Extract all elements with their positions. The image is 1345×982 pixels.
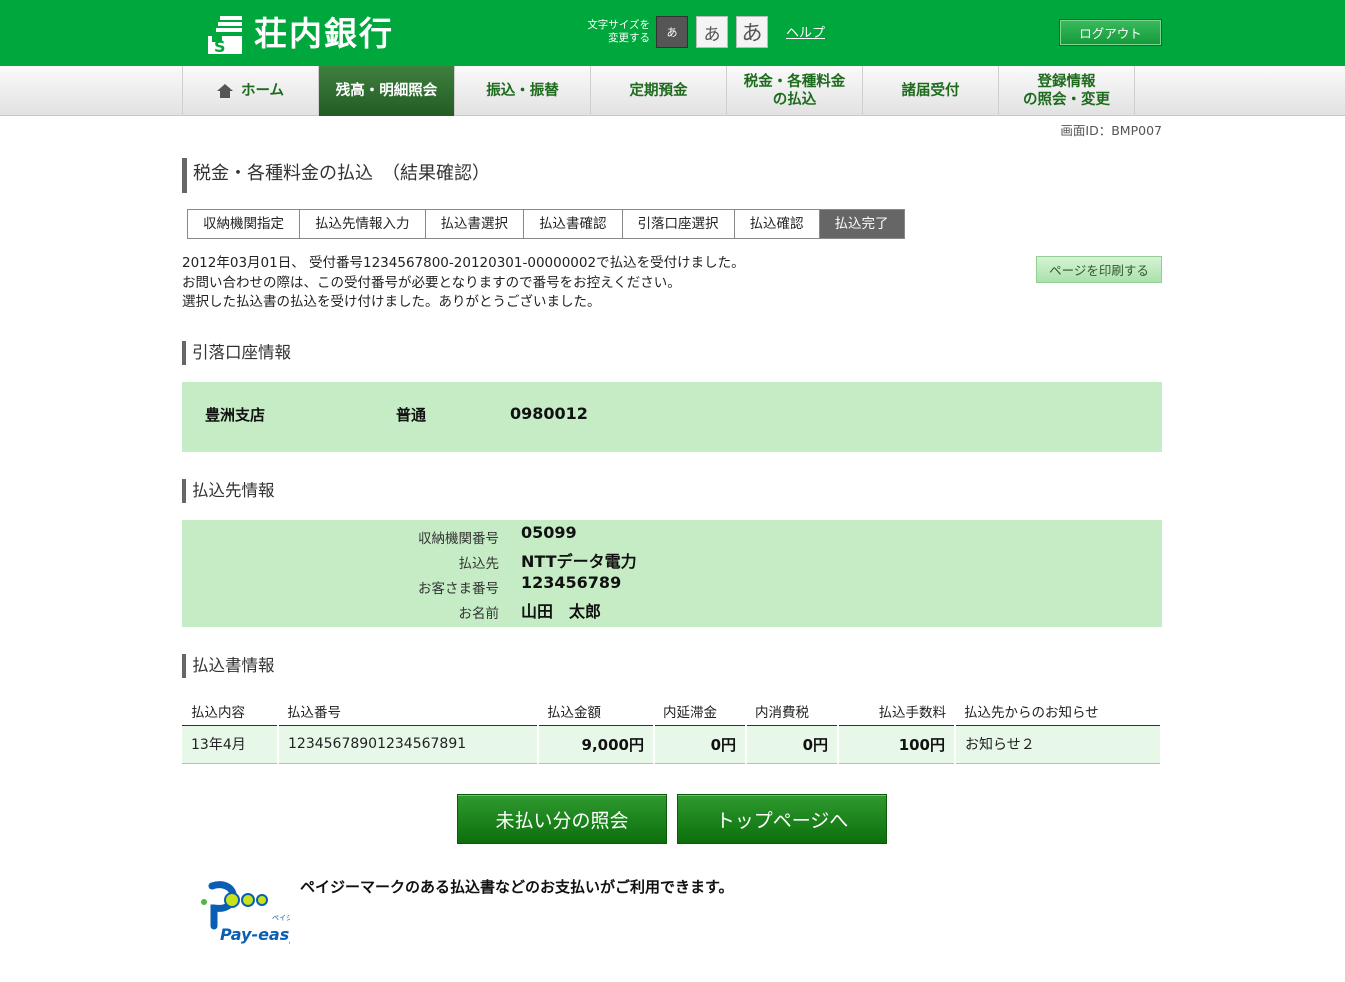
font-size-medium-button[interactable]: あ [696, 16, 728, 48]
nav-applications[interactable]: 諸届受付 [863, 66, 999, 116]
cell-notice: お知らせ２ [955, 725, 1162, 764]
payee-row: 払込先 NTTデータ電力 [182, 547, 1162, 572]
help-link[interactable]: ヘルプ [786, 22, 825, 41]
nav-home[interactable]: ホーム [183, 66, 319, 116]
cell-tax: 0円 [746, 725, 839, 764]
col-header: 払込先からのお知らせ [955, 697, 1161, 726]
step-item-current: 払込完了 [819, 210, 904, 238]
col-header: 払込金額 [538, 697, 654, 726]
account-type: 普通 [396, 406, 427, 424]
payeasy-message: ペイジーマークのある払込書などのお支払いがご利用できます。 [300, 878, 734, 896]
bank-name: 荘内銀行 [254, 14, 394, 53]
payeasy-kana: ペイジー [272, 914, 290, 922]
page-title: 税金・各種料金の払込 （結果確認） [182, 158, 490, 193]
cell-content: 13年4月 [182, 725, 279, 764]
cell-amount: 9,000円 [538, 725, 655, 764]
cell-late-fee: 0円 [654, 725, 747, 764]
payeasy-logo-text: Pay-easy [220, 925, 290, 944]
unpaid-inquiry-button[interactable]: 未払い分の照会 [457, 794, 667, 844]
home-icon [216, 84, 233, 98]
font-size-large-button[interactable]: あ [736, 16, 768, 48]
account-section-title: 引落口座情報 [182, 341, 291, 365]
step-item: 払込先情報入力 [300, 210, 426, 238]
payee-key: 払込先 [458, 556, 500, 572]
screen-id: 画面ID：BMP007 [1060, 123, 1162, 138]
font-size-label: 文字サイズを 変更する [587, 19, 650, 44]
table-header-row: 払込内容 払込番号 払込金額 内延滞金 内消費税 払込手数料 払込先からのお知ら… [182, 697, 1161, 726]
payee-value: 123456789 [521, 573, 622, 592]
payee-value: 05099 [521, 523, 577, 542]
nav-registration-info[interactable]: 登録情報 の照会・変更 [999, 66, 1135, 116]
nav-transfer[interactable]: 振込・振替 [455, 66, 591, 116]
main-nav: ホーム 残高・明細照会 振込・振替 定期預金 税金・各種料金 の払込 諸届受付 … [0, 66, 1345, 116]
payee-section-title: 払込先情報 [182, 479, 275, 503]
progress-steps: 収納機関指定 払込先情報入力 払込書選択 払込書確認 引落口座選択 払込確認 払… [187, 209, 905, 239]
table-row: 13年4月 12345678901234567891 9,000円 0円 0円 … [182, 725, 1162, 764]
payee-row: お名前 山田 太郎 [182, 597, 1162, 622]
col-header: 払込手数料 [838, 697, 955, 726]
col-header: 内消費税 [746, 697, 838, 726]
step-item: 払込書確認 [524, 210, 623, 238]
payee-row: お客さま番号 123456789 [182, 572, 1162, 597]
svg-text:S: S [214, 37, 226, 54]
payee-key: お名前 [458, 606, 500, 622]
payeasy-logo: ペイジー Pay-easy [200, 878, 300, 948]
col-header: 払込番号 [278, 697, 538, 726]
cell-number: 12345678901234567891 [278, 725, 539, 764]
message-line: 2012年03月01日、 受付番号1234567800-20120301-000… [182, 255, 745, 271]
bank-logo-icon: S [206, 14, 244, 56]
payee-key: 収納機関番号 [418, 531, 499, 547]
col-header: 内延滞金 [654, 697, 746, 726]
account-info-panel: 豊洲支店 普通 0980012 [182, 382, 1162, 452]
bank-logo[interactable]: S 荘内銀行 [206, 12, 394, 56]
account-branch: 豊洲支店 [205, 406, 266, 424]
payee-key: お客さま番号 [418, 581, 499, 597]
cell-fee: 100円 [838, 725, 956, 764]
completion-message: 2012年03月01日、 受付番号1234567800-20120301-000… [182, 254, 745, 313]
print-page-button[interactable]: ページを印刷する [1036, 256, 1162, 283]
top-page-button[interactable]: トップページへ [677, 794, 887, 844]
logout-button[interactable]: ログアウト [1059, 19, 1162, 46]
payee-value: 山田 太郎 [521, 602, 602, 621]
message-line: お問い合わせの際は、この受付番号が必要となりますので番号をお控えください。 [182, 274, 681, 291]
payee-value: NTTデータ電力 [521, 552, 637, 571]
nav-time-deposit[interactable]: 定期預金 [591, 66, 727, 116]
col-header: 払込内容 [182, 697, 278, 726]
payee-info-panel: 収納機関番号 05099 払込先 NTTデータ電力 お客さま番号 1234567… [182, 520, 1162, 627]
bill-section-title: 払込書情報 [182, 654, 275, 678]
header-bar: S 荘内銀行 文字サイズを 変更する あ あ あ ヘルプ ログアウト [0, 0, 1345, 66]
account-number: 0980012 [510, 404, 588, 423]
nav-balance-inquiry[interactable]: 残高・明細照会 [319, 66, 455, 116]
nav-tax-payment[interactable]: 税金・各種料金 の払込 [727, 66, 863, 116]
step-item: 収納機関指定 [188, 210, 300, 238]
step-item: 払込確認 [734, 210, 820, 238]
bill-table: 払込内容 払込番号 払込金額 内延滞金 内消費税 払込手数料 払込先からのお知ら… [182, 697, 1162, 764]
step-item: 払込書選択 [425, 210, 524, 238]
step-item: 引落口座選択 [622, 210, 735, 238]
message-line: 選択した払込書の払込を受け付けました。ありがとうございました。 [182, 294, 601, 310]
font-size-small-button[interactable]: あ [656, 16, 688, 48]
payee-row: 収納機関番号 05099 [182, 522, 1162, 547]
